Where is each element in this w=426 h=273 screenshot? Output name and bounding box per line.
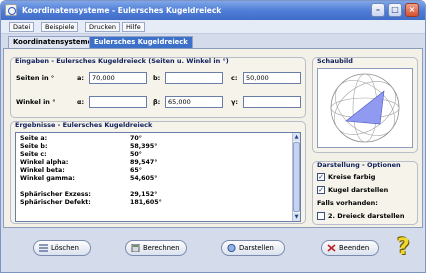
kugel-label: Kugel darstellen — [328, 186, 389, 194]
scroll-up-icon[interactable]: ▲ — [293, 133, 300, 141]
b-label: b: — [153, 74, 161, 82]
window-title: Koordinatensysteme - Eulersches Kugeldre… — [22, 6, 222, 15]
help-question-icon[interactable]: ? — [397, 236, 417, 260]
results-group: Ergebnisse - Eulersches Kugeldreieck Sei… — [10, 121, 306, 224]
darstellen-label: Darstellen — [239, 244, 274, 252]
sides-label: Seiten in ° — [16, 74, 55, 82]
inputs-group: Eingaben - Eulersches Kugeldreieck (Seit… — [10, 57, 306, 118]
sphere-diagram — [330, 73, 400, 143]
beenden-label: Beenden — [339, 244, 370, 252]
delete-list-icon — [39, 244, 48, 252]
beenden-button[interactable]: Beenden — [321, 240, 379, 256]
darstellen-button[interactable]: Darstellen — [221, 240, 285, 256]
tab-eulersches-kugeldreieck[interactable]: Eulersches Kugeldreieck — [89, 36, 193, 48]
gamma-input[interactable] — [243, 96, 301, 108]
spherical-triangle — [345, 90, 385, 125]
a-label: a: — [77, 74, 84, 82]
angles-label: Winkel in ° — [16, 98, 56, 106]
footer-bar: Löschen Berechnen Darstellen Beenden ? — [3, 230, 423, 272]
beta-input[interactable]: 65,000 — [165, 96, 223, 108]
scroll-thumb[interactable] — [293, 142, 300, 212]
menu-beispiele[interactable]: Beispiele — [41, 22, 79, 32]
title-bar: Koordinatensysteme - Eulersches Kugeldre… — [1, 1, 425, 20]
c-label: c: — [231, 74, 238, 82]
display-options-title: Darstellung - Optionen — [317, 161, 401, 169]
zweites-label: 2. Dreieck darstellen — [328, 212, 405, 220]
schaubild-title: Schaubild — [317, 57, 353, 65]
gamma-label: γ: — [231, 98, 239, 106]
zweites-checkbox[interactable] — [317, 212, 325, 220]
menu-datei[interactable]: Datei — [9, 22, 35, 32]
c-input[interactable]: 50,000 — [243, 72, 301, 84]
sphere-icon — [227, 244, 236, 252]
inputs-title: Eingaben - Eulersches Kugeldreieck (Seit… — [15, 57, 229, 65]
app-window: Koordinatensysteme - Eulersches Kugeldre… — [0, 0, 426, 273]
app-icon — [5, 4, 17, 16]
results-scrollbar[interactable]: ▲ ▼ — [292, 133, 300, 221]
berechnen-label: Berechnen — [143, 244, 180, 252]
b-input[interactable] — [165, 72, 223, 84]
menu-drucken[interactable]: Drucken — [85, 22, 121, 32]
kreise-label: Kreise farbig — [328, 173, 376, 181]
loeschen-label: Löschen — [51, 244, 79, 252]
tab-koordinatensysteme[interactable]: Koordinatensysteme — [8, 36, 98, 48]
minimize-button[interactable]: – — [371, 3, 385, 17]
calculator-icon — [131, 244, 140, 252]
berechnen-button[interactable]: Berechnen — [125, 240, 187, 256]
schaubild-group: Schaubild — [312, 57, 418, 153]
alpha-input[interactable] — [89, 96, 147, 108]
results-list[interactable]: Seite a: 70° Seite b: 58,395° Seite c: 50° … — [15, 132, 301, 222]
menu-hilfe[interactable]: Hilfe — [122, 22, 145, 32]
loeschen-button[interactable]: Löschen — [33, 240, 91, 256]
kugel-checkbox[interactable]: ✓ — [317, 186, 325, 194]
a-input[interactable]: 70,000 — [89, 72, 147, 84]
sphere-canvas — [317, 68, 413, 148]
main-panel: Eingaben - Eulersches Kugeldreieck (Seit… — [3, 48, 423, 228]
exit-x-icon — [327, 244, 336, 252]
menu-bar: Datei Beispiele Drucken Hilfe — [1, 20, 425, 34]
results-title: Ergebnisse - Eulersches Kugeldreieck — [15, 121, 153, 129]
display-options-group: Darstellung - Optionen ✓ Kreise farbig ✓… — [312, 161, 418, 225]
scroll-down-icon[interactable]: ▼ — [293, 213, 300, 221]
falls-label: Falls vorhanden: — [317, 199, 378, 207]
maximize-button[interactable]: □ — [388, 3, 402, 17]
tab-bar: Koordinatensysteme Eulersches Kugeldreie… — [1, 35, 425, 48]
close-button[interactable]: × — [405, 3, 419, 17]
beta-label: β: — [153, 98, 161, 106]
kreise-checkbox[interactable]: ✓ — [317, 173, 325, 181]
alpha-label: α: — [77, 98, 85, 106]
